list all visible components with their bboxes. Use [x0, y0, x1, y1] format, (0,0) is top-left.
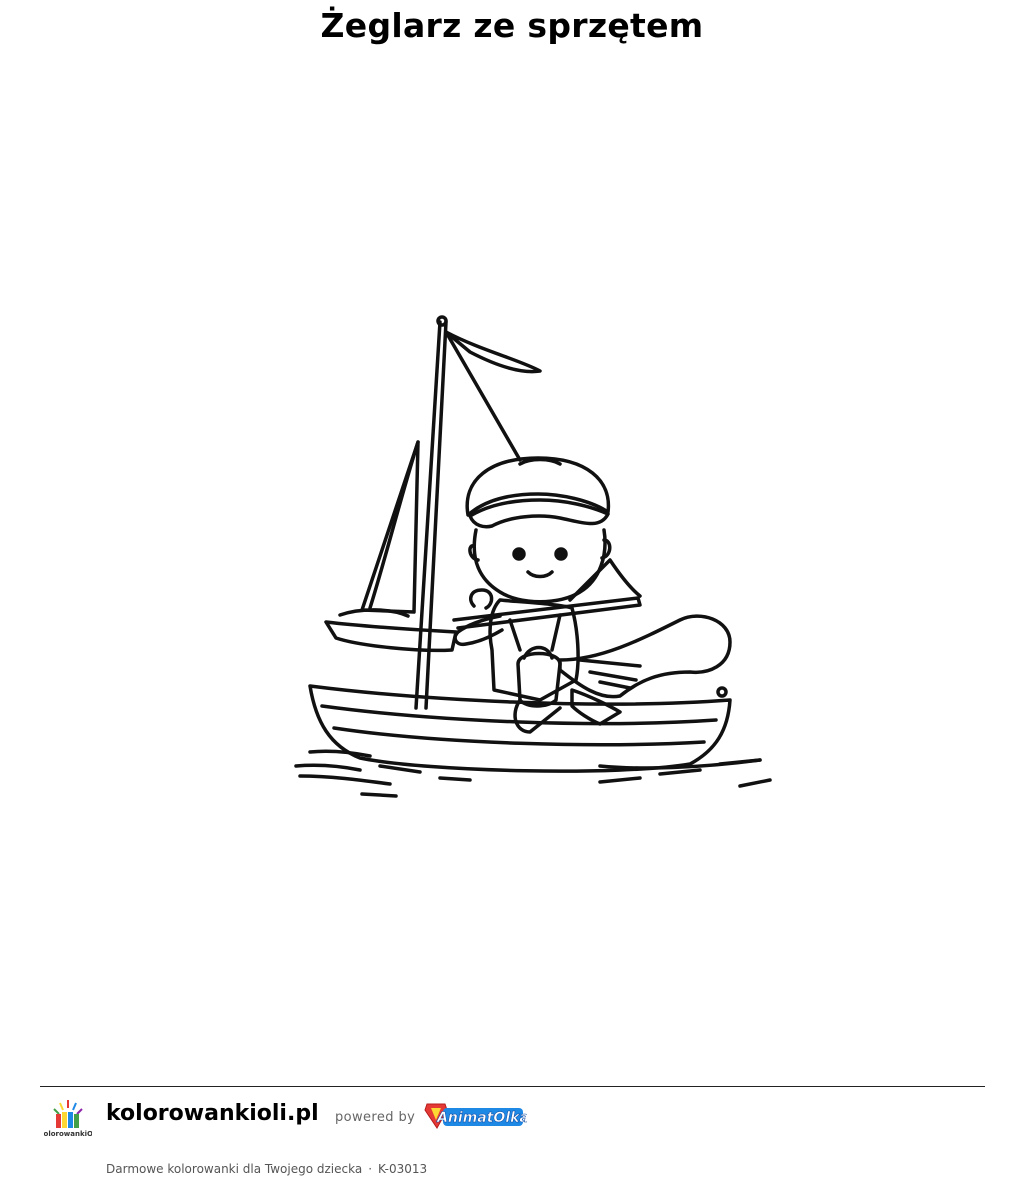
pennant-icon: [444, 330, 542, 374]
cloth-icon: [558, 614, 732, 699]
footer-tagline: Darmowe kolorowanki dla Twojego dziecka ·…: [106, 1162, 427, 1176]
site-name[interactable]: kolorowankioli.pl: [106, 1101, 319, 1126]
coloring-page-illustration: [0, 60, 1024, 1070]
powered-by-label: powered by: [335, 1110, 416, 1125]
footer-divider: [40, 1086, 985, 1087]
boat-illustration-icon: [294, 315, 772, 798]
page-code: K-03013: [378, 1162, 428, 1176]
svg-text:AnimatOlka: AnimatOlka: [436, 1110, 527, 1126]
svg-text:KolorowankiOli: KolorowankiOli: [44, 1130, 92, 1138]
animatolka-logo-icon[interactable]: AnimatOlka: [423, 1098, 529, 1132]
kolorowankioli-logo-icon[interactable]: KolorowankiOli: [38, 1094, 98, 1142]
footer-separator: ·: [368, 1162, 373, 1176]
page-title: Żeglarz ze sprzętem: [320, 6, 704, 45]
tagline-text: Darmowe kolorowanki dla Twojego dziecka: [106, 1162, 363, 1176]
